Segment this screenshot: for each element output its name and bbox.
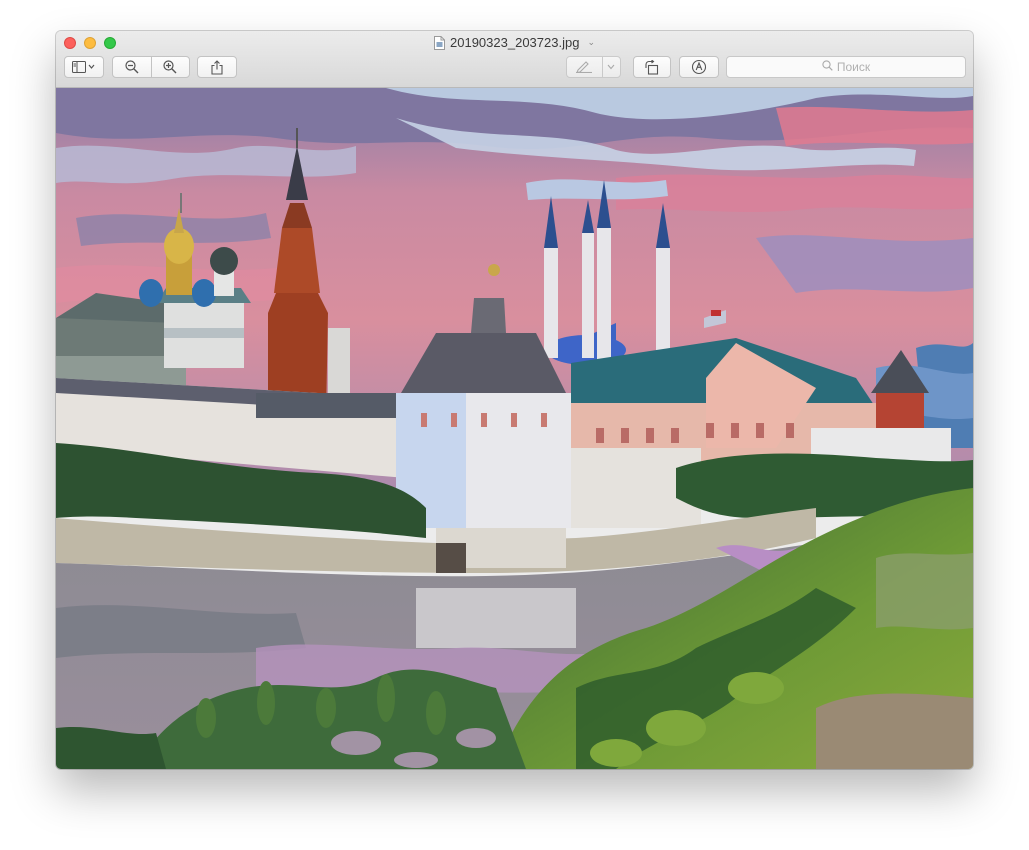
share-button[interactable] (197, 56, 237, 78)
sidebar-toggle-icon (72, 61, 96, 73)
titlebar: 20190323_203723.jpg ⌄ Поиск (56, 31, 973, 88)
zoom-out-icon (125, 60, 139, 74)
zoom-out-button[interactable] (113, 60, 151, 74)
chevron-down-icon (607, 64, 615, 70)
markup-icon (691, 59, 707, 75)
highlighter-button[interactable] (567, 61, 602, 73)
search-placeholder: Поиск (836, 60, 871, 74)
sidebar-toggle-button[interactable] (64, 56, 104, 78)
rotate-icon (644, 59, 660, 75)
markup-button[interactable] (679, 56, 719, 78)
zoom-segment (112, 56, 190, 78)
painting-image (56, 88, 973, 769)
window-title: 20190323_203723.jpg (450, 35, 580, 50)
rotate-button[interactable] (633, 56, 671, 78)
highlighter-segment (566, 56, 621, 78)
window-title-area[interactable]: 20190323_203723.jpg ⌄ (56, 35, 973, 50)
share-icon (211, 59, 223, 75)
jpg-file-icon (434, 35, 446, 50)
highlighter-pen-icon (575, 61, 593, 73)
highlighter-menu-button[interactable] (602, 64, 620, 70)
search-field[interactable]: Поиск (726, 56, 966, 78)
chevron-down-icon: ⌄ (587, 37, 595, 47)
preview-window: 20190323_203723.jpg ⌄ Поиск (56, 31, 973, 769)
zoom-in-button[interactable] (151, 60, 189, 74)
image-canvas[interactable] (56, 88, 973, 769)
search-icon (822, 60, 833, 74)
zoom-in-icon (163, 60, 177, 74)
